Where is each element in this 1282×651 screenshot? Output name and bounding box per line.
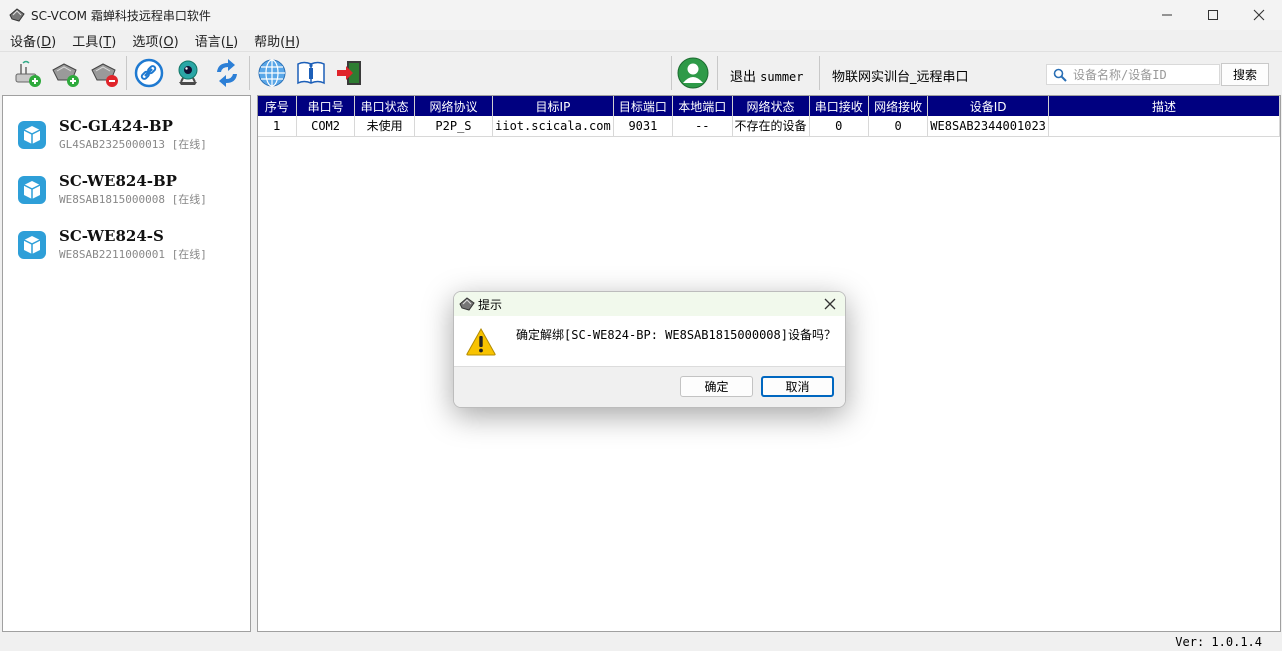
ok-button[interactable]: 确定 xyxy=(680,376,753,397)
minimize-icon xyxy=(1162,14,1172,16)
platform-name: 物联网实训台_远程串口 xyxy=(832,70,969,85)
column-header[interactable]: 描述 xyxy=(1048,96,1280,116)
column-header[interactable]: 设备ID xyxy=(927,96,1049,116)
cell-local-port: -- xyxy=(672,116,733,137)
device-name: SC-WE824-S xyxy=(59,227,164,245)
search-box xyxy=(1046,64,1220,85)
cell-serial-rx: 0 xyxy=(809,116,869,137)
device-name: SC-GL424-BP xyxy=(59,117,173,135)
device-id: WE8SAB1815000008 [在线] xyxy=(59,193,207,206)
column-header[interactable]: 串口状态 xyxy=(354,96,415,116)
device-list: SC-GL424-BP GL4SAB2325000013 [在线] SC-WE8… xyxy=(2,95,251,632)
webcam-icon xyxy=(178,60,198,85)
app-logo-icon xyxy=(9,8,25,22)
device-cube-icon xyxy=(18,231,46,259)
search-button[interactable]: 搜索 xyxy=(1221,63,1269,86)
connect-button[interactable] xyxy=(133,57,165,89)
title-bar: SC-VCOM 霜蝉科技远程串口软件 xyxy=(0,0,1282,30)
device-item[interactable]: SC-WE824-BP WE8SAB1815000008 [在线] xyxy=(15,169,245,209)
search-input[interactable] xyxy=(1073,67,1213,82)
menu-item-2[interactable]: 选项(O) xyxy=(132,31,178,50)
close-button[interactable] xyxy=(1236,0,1282,30)
unbind-device-icon xyxy=(91,63,118,87)
add-device-icon xyxy=(15,60,41,87)
logout-link[interactable]: 退出 summer xyxy=(730,66,804,85)
globe-icon xyxy=(258,59,286,87)
dialog-message: 确定解绑[SC-WE824-BP: WE8SAB1815000008]设备吗？ xyxy=(516,328,836,342)
column-header[interactable]: 串口接收 xyxy=(809,96,869,116)
cell-protocol: P2P_S xyxy=(414,116,494,137)
book-icon xyxy=(297,61,325,85)
menu-item-3[interactable]: 语言(L) xyxy=(195,31,238,50)
device-item[interactable]: SC-WE824-S WE8SAB2211000001 [在线] xyxy=(15,224,245,264)
column-header[interactable]: 网络接收 xyxy=(868,96,929,116)
version-label: Ver: 1.0.1.4 xyxy=(1175,635,1262,649)
dialog-close-icon[interactable] xyxy=(823,297,837,311)
dialog-body: 确定解绑[SC-WE824-BP: WE8SAB1815000008]设备吗？ xyxy=(454,316,845,366)
device-name: SC-WE824-BP xyxy=(59,172,177,190)
cell-description xyxy=(1048,116,1280,137)
device-cube-icon xyxy=(18,121,46,149)
status-bar: Ver: 1.0.1.4 xyxy=(0,633,1282,651)
menu-item-0[interactable]: 设备(D) xyxy=(10,31,56,50)
bind-device-icon xyxy=(52,63,79,87)
unbind-device-button[interactable] xyxy=(88,57,120,89)
cell-index: 1 xyxy=(258,116,297,137)
column-header[interactable]: 目标端口 xyxy=(613,96,674,116)
exit-icon xyxy=(337,61,361,85)
cell-network-rx: 0 xyxy=(868,116,929,137)
column-header[interactable]: 目标IP xyxy=(492,96,614,116)
window-title: SC-VCOM 霜蝉科技远程串口软件 xyxy=(31,8,211,23)
column-header[interactable]: 序号 xyxy=(258,96,297,116)
table-row[interactable]: 1 COM2 未使用 P2P_S iiot.scicala.com 9031 -… xyxy=(258,116,1280,137)
dialog-title-bar: 提示 xyxy=(454,292,845,316)
cell-target-port: 9031 xyxy=(613,116,674,137)
device-item[interactable]: SC-GL424-BP GL4SAB2325000013 [在线] xyxy=(15,114,245,154)
refresh-button[interactable] xyxy=(211,57,243,89)
refresh-icon xyxy=(217,59,237,87)
cancel-button[interactable]: 取消 xyxy=(761,376,834,397)
menu-bar: 设备(D) 工具(T) 选项(O) 语言(L) 帮助(H) xyxy=(0,30,1282,50)
column-header[interactable]: 本地端口 xyxy=(672,96,733,116)
confirm-dialog: 提示 确定解绑[SC-WE824-BP: WE8SAB1815000008]设备… xyxy=(453,291,846,408)
column-header[interactable]: 网络协议 xyxy=(414,96,494,116)
device-id: GL4SAB2325000013 [在线] xyxy=(59,138,207,151)
column-header[interactable]: 串口号 xyxy=(296,96,356,116)
monitor-button[interactable] xyxy=(172,57,204,89)
minimize-button-area[interactable] xyxy=(1144,0,1190,30)
bind-device-button[interactable] xyxy=(49,57,81,89)
dialog-title: 提示 xyxy=(478,298,503,312)
dialog-footer: 确定 取消 xyxy=(454,366,845,407)
website-button[interactable] xyxy=(256,57,288,89)
avatar-icon[interactable] xyxy=(677,57,709,89)
cell-port-status: 未使用 xyxy=(354,116,415,137)
cell-port: COM2 xyxy=(296,116,356,137)
column-header[interactable]: 网络状态 xyxy=(732,96,810,116)
device-cube-icon xyxy=(18,176,46,204)
manual-button[interactable] xyxy=(295,57,327,89)
close-icon xyxy=(1253,9,1265,21)
device-id: WE8SAB2211000001 [在线] xyxy=(59,248,207,261)
maximize-button[interactable] xyxy=(1190,0,1236,30)
table-header-row: 序号 串口号 串口状态 网络协议 目标IP 目标端口 本地端口 网络状态 串口接… xyxy=(258,96,1280,116)
cell-target-ip: iiot.scicala.com xyxy=(492,116,614,137)
search-icon xyxy=(1053,68,1067,82)
warning-icon xyxy=(466,328,496,356)
cell-network-status: 不存在的设备 xyxy=(732,116,810,137)
exit-button[interactable] xyxy=(334,57,366,89)
app-logo-icon xyxy=(459,297,475,311)
menu-item-1[interactable]: 工具(T) xyxy=(72,31,116,50)
add-device-button[interactable] xyxy=(11,57,43,89)
maximize-icon xyxy=(1208,10,1218,20)
toolbar: 退出 summer 物联网实训台_远程串口 搜索 xyxy=(0,51,1282,93)
menu-item-4[interactable]: 帮助(H) xyxy=(254,31,300,50)
port-table: 序号 串口号 串口状态 网络协议 目标IP 目标端口 本地端口 网络状态 串口接… xyxy=(258,96,1280,137)
cell-device-id: WE8SAB2344001023 xyxy=(927,116,1049,137)
link-icon xyxy=(134,58,164,88)
